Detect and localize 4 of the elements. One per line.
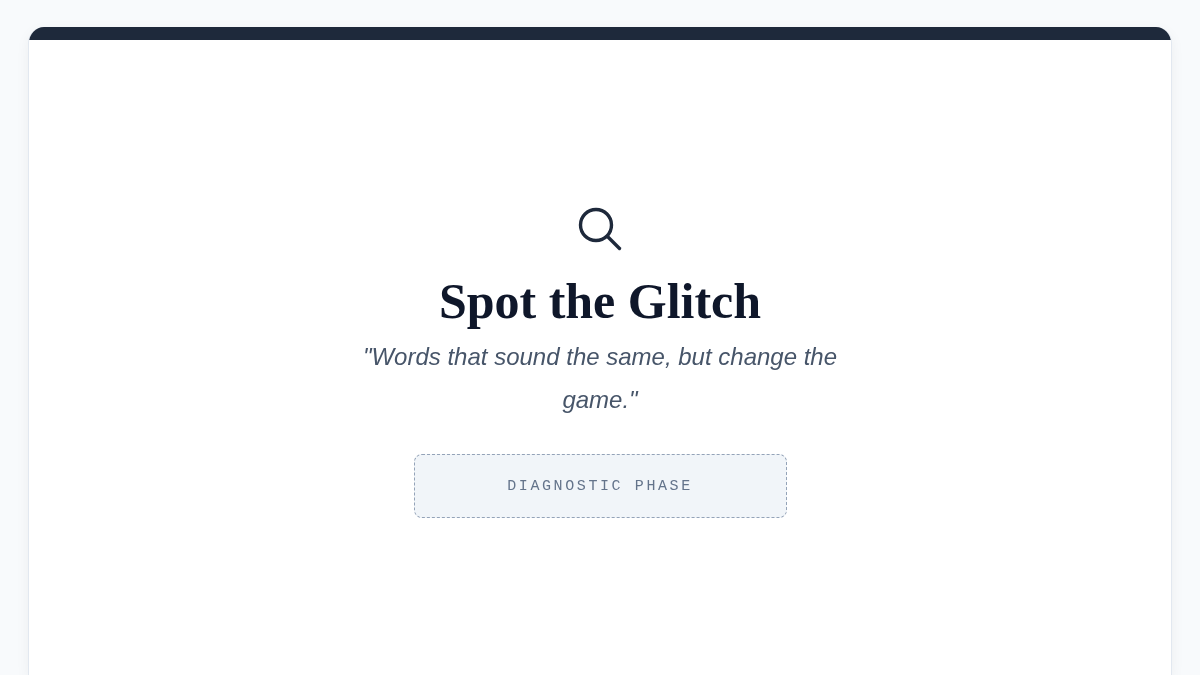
phase-tag: DIAGNOSTIC PHASE [413,454,787,518]
search-icon [578,207,622,251]
game-title: Spot the Glitch [438,273,762,329]
tagline-text: "Words that sound the same, but change the game." [361,342,839,415]
